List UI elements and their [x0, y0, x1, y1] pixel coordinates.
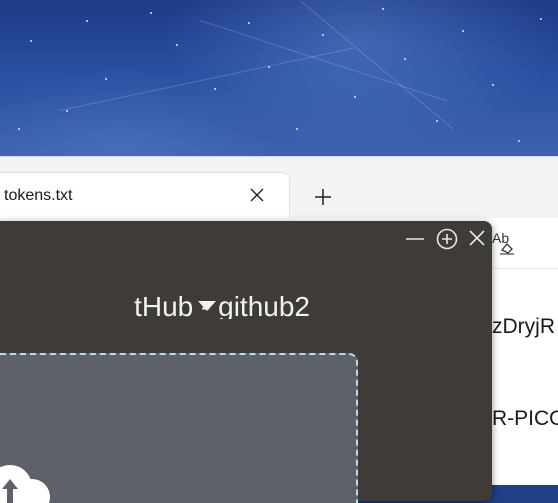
add-circle-icon[interactable]: [434, 225, 460, 251]
account-title[interactable]: tHub - github2: [0, 291, 310, 319]
close-icon[interactable]: [246, 184, 268, 206]
text-line: R-PICO: [492, 407, 558, 430]
upload-dropzone[interactable]: [0, 353, 358, 503]
desktop-wallpaper: [0, 0, 558, 160]
tab-title: tokens.txt: [4, 187, 73, 204]
clear-formatting-icon[interactable]: Ab: [492, 228, 518, 256]
plus-icon[interactable]: [310, 184, 336, 210]
text-line: zDryjR: [492, 315, 555, 338]
github-dialog: tHub - github2: [0, 221, 492, 503]
chevron-down-icon[interactable]: [196, 299, 218, 313]
close-icon[interactable]: [464, 225, 490, 251]
minimize-icon[interactable]: [402, 225, 428, 251]
tab-tokens-txt[interactable]: tokens.txt: [0, 172, 290, 218]
upload-cloud-icon: [0, 465, 50, 503]
